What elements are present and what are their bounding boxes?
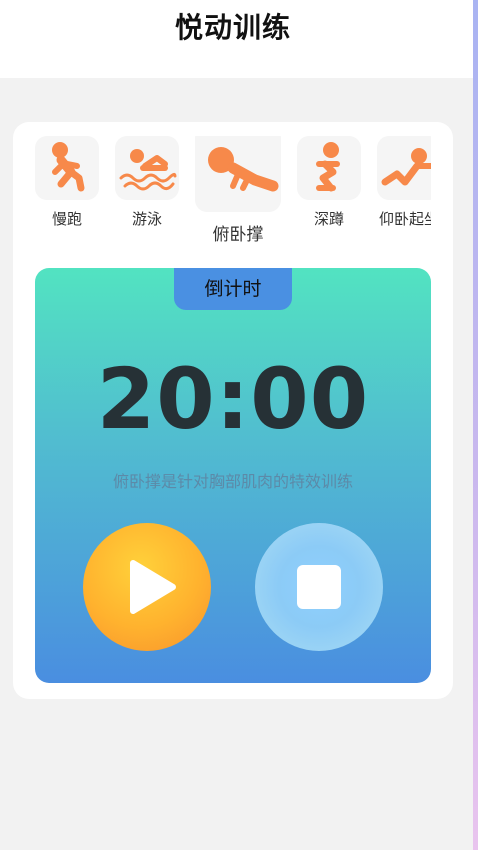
exercise-selector[interactable]: 慢跑 游泳 俯卧撑 深蹲 仰卧起 [35,136,431,260]
exercise-label: 慢跑 [51,210,82,228]
squat-icon [316,142,340,192]
exercise-item-situp[interactable]: 仰卧起坐 [377,136,431,229]
page-title: 悦动训练 [174,11,291,44]
exercise-description: 俯卧撑是针对胸部肌肉的特效训练 [112,472,353,491]
exercise-label: 仰卧起坐 [378,210,431,228]
exercise-label: 俯卧撑 [212,225,264,245]
exercise-label: 深蹲 [313,210,344,228]
swimming-icon [119,149,177,191]
pushup-icon [208,147,279,192]
time-display: 20:00 [96,350,370,448]
exercise-label: 游泳 [131,210,162,228]
exercise-item-pushup[interactable]: 俯卧撑 [195,136,281,245]
play-button[interactable] [83,523,211,651]
jogging-icon [52,142,85,192]
training-card: 慢跑 游泳 俯卧撑 深蹲 仰卧起 倒计时 20:00 俯卧撑是针对胸部肌肉的特效… [13,122,453,699]
exercise-item-jogging[interactable]: 慢跑 [35,136,99,229]
exercise-item-squat[interactable]: 深蹲 [297,136,361,229]
exercise-item-swimming[interactable]: 游泳 [115,136,179,229]
stop-icon [297,565,341,609]
countdown-mode-tab[interactable]: 倒计时 [174,268,292,310]
timer-panel: 倒计时 20:00 俯卧撑是针对胸部肌肉的特效训练 [35,268,431,683]
stop-button[interactable] [255,523,383,651]
play-icon [130,560,176,614]
app-header: 悦动训练 [0,0,473,78]
situp-icon [381,148,431,186]
window-edge-strip [473,0,478,850]
